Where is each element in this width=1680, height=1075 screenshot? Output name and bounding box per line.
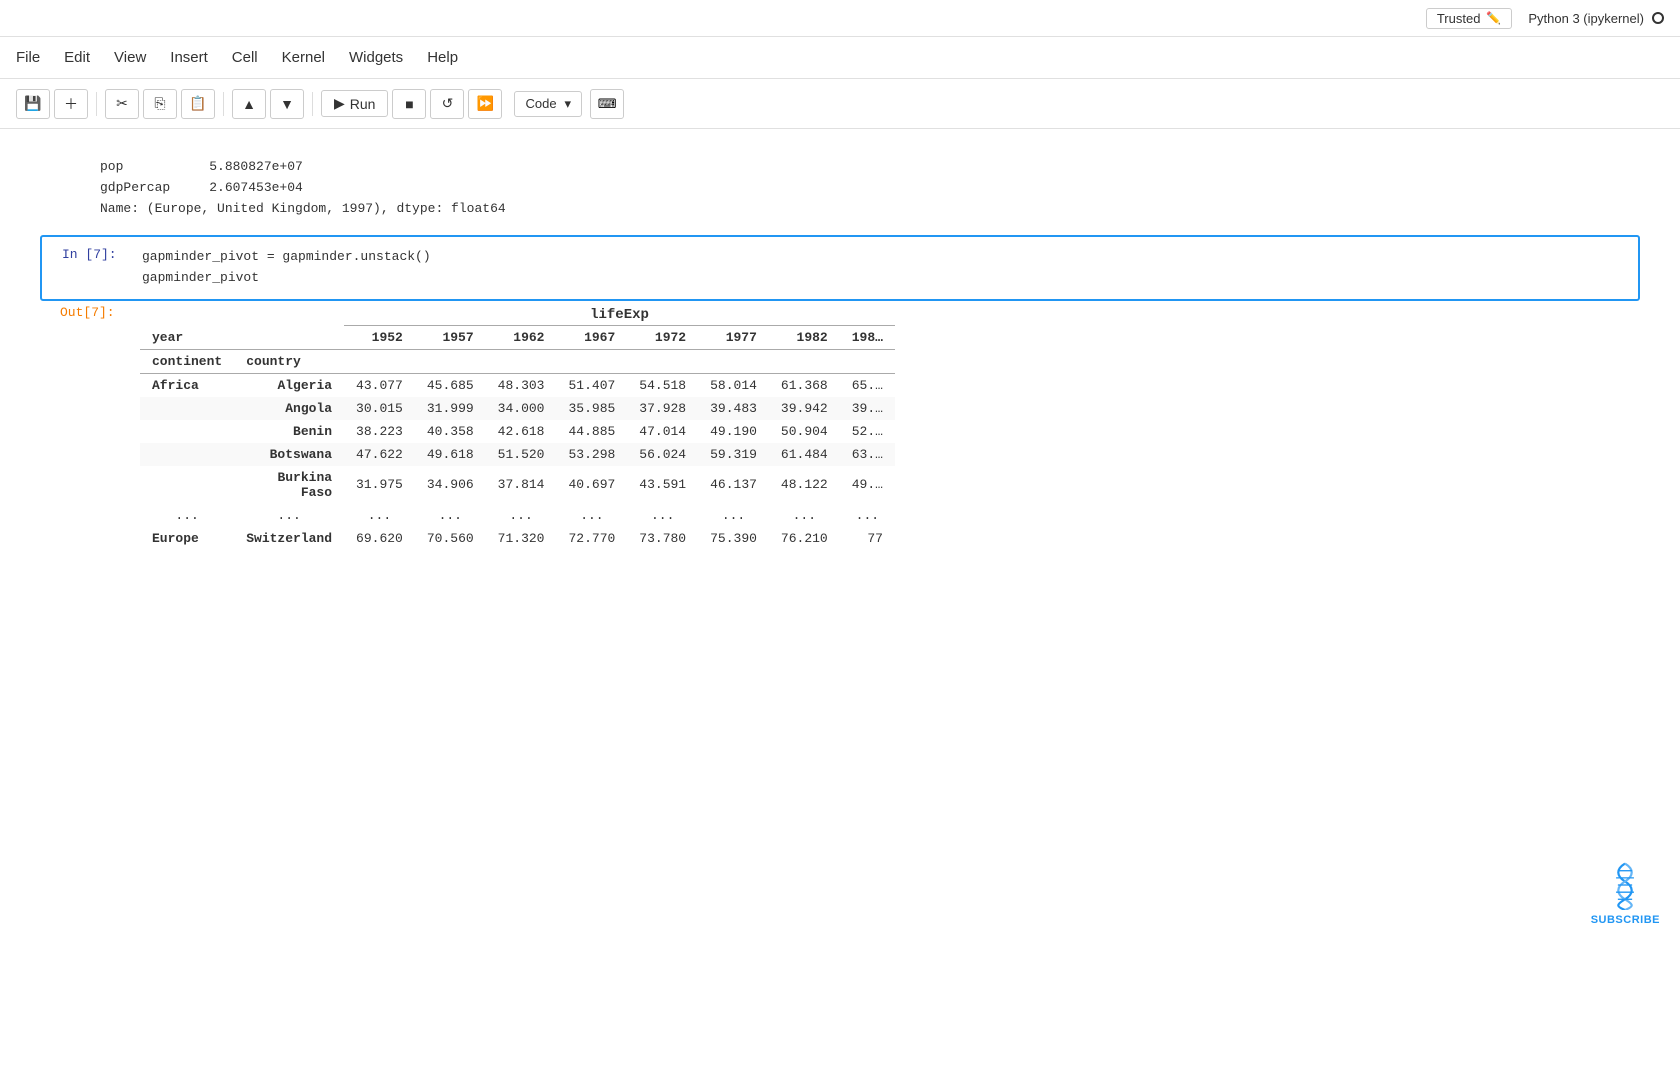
- year-1967: 1967: [556, 325, 627, 349]
- prev-output-line-1: pop 5.880827e+07: [100, 157, 1640, 178]
- cell-198x: 65.…: [840, 373, 895, 397]
- year-1982: 1982: [769, 325, 840, 349]
- menu-kernel[interactable]: Kernel: [282, 45, 325, 70]
- country-benin: Benin: [234, 420, 344, 443]
- menu-cell[interactable]: Cell: [232, 45, 258, 70]
- menu-insert[interactable]: Insert: [170, 45, 208, 70]
- separator-1: [96, 92, 97, 116]
- move-down-button[interactable]: ▼: [270, 89, 304, 119]
- kernel-info: Python 3 (ipykernel): [1528, 11, 1664, 26]
- trusted-button[interactable]: Trusted ✏️: [1426, 8, 1513, 29]
- lifeexp-header: lifeExp: [344, 305, 895, 326]
- cell-7-code[interactable]: gapminder_pivot = gapminder.unstack() ga…: [142, 247, 1628, 289]
- output-7-body: lifeExp year 1952 1957 1962 1967 1972 19…: [140, 305, 1640, 550]
- year-1977: 1977: [698, 325, 769, 349]
- cut-cell-button[interactable]: ✂: [105, 89, 139, 119]
- cell-1952: 43.077: [344, 373, 415, 397]
- year-198x: 198…: [840, 325, 895, 349]
- cell-1982: 61.368: [769, 373, 840, 397]
- dna-icon: [1605, 860, 1645, 910]
- prev-cell-output: pop 5.880827e+07 gdpPercap 2.607453e+04 …: [40, 149, 1640, 235]
- keyboard-shortcuts-button[interactable]: ⌨: [590, 89, 624, 119]
- paste-cell-button[interactable]: 📋: [181, 89, 215, 119]
- year-1962: 1962: [486, 325, 557, 349]
- pencil-icon: ✏️: [1486, 11, 1501, 25]
- prev-output-line-2: gdpPercap 2.607453e+04: [100, 178, 1640, 199]
- add-cell-button[interactable]: ＋: [54, 89, 88, 119]
- table-row: Botswana 47.622 49.618 51.520 53.298 56.…: [140, 443, 895, 466]
- year-label: year: [140, 325, 344, 349]
- country-burkina-faso: BurkinaFaso: [234, 466, 344, 504]
- restart-button[interactable]: ↺: [430, 89, 464, 119]
- year-1957: 1957: [415, 325, 486, 349]
- subscribe-label: SUBSCRIBE: [1591, 914, 1660, 926]
- header-row-years: year 1952 1957 1962 1967 1972 1977 1982 …: [140, 325, 895, 349]
- header-row-lifeExp: lifeExp: [140, 305, 895, 326]
- cell-7-prompt: In [7]:: [42, 237, 142, 299]
- output-7-prompt: Out[7]:: [40, 305, 140, 320]
- menu-help[interactable]: Help: [427, 45, 458, 70]
- continent-europe: Europe: [140, 527, 234, 550]
- country-angola: Angola: [234, 397, 344, 420]
- menu-file[interactable]: File: [16, 45, 40, 70]
- separator-2: [223, 92, 224, 116]
- cell-1977: 58.014: [698, 373, 769, 397]
- prev-output-line-3: Name: (Europe, United Kingdom, 1997), dt…: [100, 199, 1640, 220]
- table-row: Benin 38.223 40.358 42.618 44.885 47.014…: [140, 420, 895, 443]
- run-label: Run: [350, 96, 376, 112]
- country-label: country: [234, 349, 344, 373]
- country-botswana: Botswana: [234, 443, 344, 466]
- continent-africa: Africa: [140, 373, 234, 397]
- index-label-row: continent country: [140, 349, 895, 373]
- year-1952: 1952: [344, 325, 415, 349]
- country-switzerland: Switzerland: [234, 527, 344, 550]
- cell-type-dropdown[interactable]: Code ▾: [514, 91, 582, 117]
- menu-widgets[interactable]: Widgets: [349, 45, 403, 70]
- cell-type-label: Code: [525, 96, 556, 111]
- table-row: Europe Switzerland 69.620 70.560 71.320 …: [140, 527, 895, 550]
- output-7: Out[7]: lifeExp year 1952 1957: [40, 305, 1640, 550]
- menu-bar: File Edit View Insert Cell Kernel Widget…: [0, 37, 1680, 79]
- table-row: BurkinaFaso 31.975 34.906 37.814 40.697 …: [140, 466, 895, 504]
- cell-1957: 45.685: [415, 373, 486, 397]
- trusted-label: Trusted: [1437, 11, 1481, 26]
- cell-7[interactable]: In [7]: gapminder_pivot = gapminder.unst…: [40, 235, 1640, 301]
- separator-3: [312, 92, 313, 116]
- table-row: Africa Algeria 43.077 45.685 48.303 51.4…: [140, 373, 895, 397]
- table-row: Angola 30.015 31.999 34.000 35.985 37.92…: [140, 397, 895, 420]
- country-algeria: Algeria: [234, 373, 344, 397]
- restart-run-button[interactable]: ⏩: [468, 89, 502, 119]
- top-bar: Trusted ✏️ Python 3 (ipykernel): [0, 0, 1680, 37]
- menu-view[interactable]: View: [114, 45, 146, 70]
- notebook-content: pop 5.880827e+07 gdpPercap 2.607453e+04 …: [0, 129, 1680, 1075]
- subscribe-watermark: SUBSCRIBE: [1591, 860, 1660, 926]
- chevron-down-icon: ▾: [565, 96, 572, 112]
- toolbar: 💾 ＋ ✂ ⎘ 📋 ▲ ▼ ▶ Run ■ ↺ ⏩ Code ▾ ⌨: [0, 79, 1680, 129]
- kernel-label: Python 3 (ipykernel): [1528, 11, 1644, 26]
- continent-empty: [140, 397, 234, 420]
- cell-7-body[interactable]: gapminder_pivot = gapminder.unstack() ga…: [142, 237, 1638, 299]
- copy-cell-button[interactable]: ⎘: [143, 89, 177, 119]
- kernel-status-circle: [1652, 12, 1664, 24]
- year-1972: 1972: [627, 325, 698, 349]
- run-icon: ▶: [334, 95, 345, 112]
- move-up-button[interactable]: ▲: [232, 89, 266, 119]
- save-button[interactable]: 💾: [16, 89, 50, 119]
- cell-1962: 48.303: [486, 373, 557, 397]
- continent-label: continent: [140, 349, 234, 373]
- ellipsis-row: ... ... ... ... ... ... ... ... ... ...: [140, 504, 895, 527]
- menu-edit[interactable]: Edit: [64, 45, 90, 70]
- cell-1972: 54.518: [627, 373, 698, 397]
- run-button[interactable]: ▶ Run: [321, 90, 388, 117]
- dataframe-table: lifeExp year 1952 1957 1962 1967 1972 19…: [140, 305, 895, 550]
- interrupt-button[interactable]: ■: [392, 89, 426, 119]
- dataframe-wrapper: lifeExp year 1952 1957 1962 1967 1972 19…: [140, 305, 1640, 550]
- cell-1967: 51.407: [556, 373, 627, 397]
